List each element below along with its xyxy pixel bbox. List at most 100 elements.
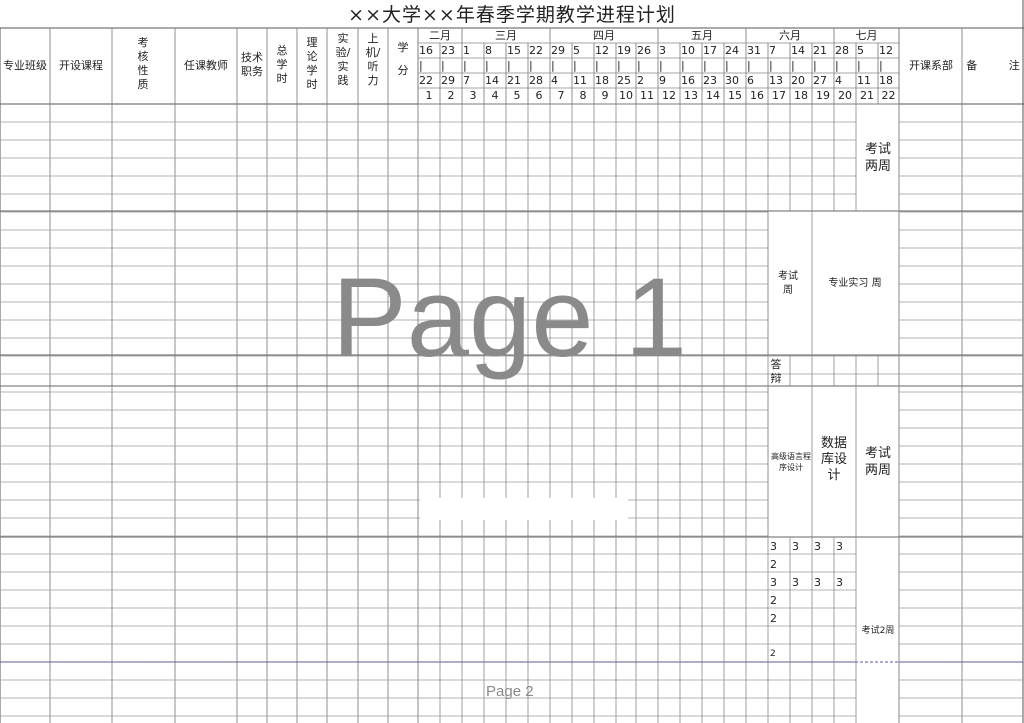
week-separator: | (703, 59, 707, 72)
header-department: 开课系部 (909, 59, 953, 72)
note-internship: 专业实习 周 (828, 278, 882, 289)
note-exam-week: 考试周 (778, 271, 798, 296)
note-exam-two-weeks-2: 考试两周 (864, 446, 891, 478)
schedule-hours-cell: 3 (770, 540, 777, 553)
month-apr: 四月 (593, 29, 615, 42)
week-end-day: 13 (769, 74, 783, 87)
week-number: 21 (860, 89, 874, 102)
week-separator: | (879, 59, 883, 72)
header-computer: 上机/听力 (365, 32, 381, 87)
month-may: 五月 (691, 29, 713, 42)
week-separator: | (529, 59, 533, 72)
header-course: 开设课程 (59, 59, 103, 72)
header-credits: 学分 (397, 41, 409, 77)
week-end-day: 29 (441, 74, 455, 87)
week-number: 6 (535, 89, 543, 102)
note-defense: 答辩 (770, 358, 782, 385)
week-separator: | (419, 59, 423, 72)
week-start-day: 8 (485, 44, 492, 57)
month-jun: 六月 (779, 29, 801, 42)
week-number: 22 (881, 89, 896, 102)
page-title: ××大学××年春季学期教学进程计划 (348, 4, 676, 26)
note-exam-two-weeks-1: 考试两周 (864, 142, 891, 174)
page2-watermark: Page 2 (486, 683, 534, 700)
week-end-day: 16 (681, 74, 695, 87)
schedule-hours-cell: 3 (836, 576, 843, 589)
week-start-day: 17 (703, 44, 717, 57)
month-jul: 七月 (855, 29, 878, 42)
week-end-day: 6 (747, 74, 754, 87)
week-start-day: 23 (441, 44, 455, 57)
week-number: 8 (579, 89, 587, 102)
week-end-day: 18 (595, 74, 609, 87)
week-number: 10 (619, 89, 633, 102)
week-start-day: 3 (659, 44, 666, 57)
header-teacher: 任课教师 (184, 59, 228, 72)
week-number: 9 (601, 89, 609, 102)
blank-area (420, 498, 628, 520)
week-end-day: 30 (725, 74, 739, 87)
week-start-day: 12 (595, 44, 609, 57)
schedule-hours-cell: 3 (836, 540, 843, 553)
schedule-hours-cell: 2 (770, 612, 777, 625)
week-start-day: 31 (747, 44, 761, 57)
week-number: 16 (750, 89, 764, 102)
week-number: 20 (838, 89, 852, 102)
week-end-day: 28 (529, 74, 543, 87)
week-separator: | (813, 59, 817, 72)
header-total-hours: 总学时 (276, 44, 288, 85)
week-separator: | (595, 59, 599, 72)
week-start-day: 26 (637, 44, 651, 57)
week-start-day: 21 (813, 44, 827, 57)
week-end-day: 22 (419, 74, 433, 87)
week-number: 2 (447, 89, 455, 102)
week-end-day: 2 (637, 74, 644, 87)
week-separator: | (769, 59, 773, 72)
schedule-hours-cell: 2 (770, 558, 777, 571)
week-number: 17 (772, 89, 786, 102)
week-start-day: 10 (681, 44, 695, 57)
schedule-hours-cell: 2 (770, 649, 776, 659)
week-start-day: 12 (879, 44, 893, 57)
week-end-day: 20 (791, 74, 805, 87)
week-end-day: 11 (573, 74, 587, 87)
header-remarks: 备 注 (966, 59, 1020, 72)
schedule-hours-cell: 2 (770, 594, 777, 607)
schedule-hours-cell: 3 (792, 540, 799, 553)
week-number: 18 (794, 89, 808, 102)
header-title-rank: 技术职务 (241, 51, 263, 78)
header-class: 专业班级 (3, 59, 47, 72)
note-adv-language: 高级语言程序设计 (771, 452, 811, 472)
week-end-day: 11 (857, 74, 871, 87)
page1-watermark: Page 1 (332, 255, 687, 380)
week-number: 7 (557, 89, 565, 102)
week-separator: | (463, 59, 467, 72)
week-separator: | (551, 59, 555, 72)
month-mar: 三月 (495, 29, 517, 42)
month-feb: 二月 (429, 29, 451, 42)
week-separator: | (485, 59, 489, 72)
week-start-day: 19 (617, 44, 631, 57)
week-end-day: 14 (485, 74, 499, 87)
week-start-day: 28 (835, 44, 849, 57)
week-end-day: 4 (551, 74, 558, 87)
week-number: 11 (640, 89, 654, 102)
week-number: 1 (425, 89, 433, 102)
week-number: 3 (469, 89, 477, 102)
week-number: 4 (491, 89, 499, 102)
header-practice: 实验/实践 (335, 32, 351, 87)
week-end-day: 25 (617, 74, 631, 87)
week-start-day: 29 (551, 44, 565, 57)
note-database: 数据库设计 (820, 436, 847, 483)
week-start-day: 14 (791, 44, 805, 57)
week-end-day: 7 (463, 74, 470, 87)
week-separator: | (637, 59, 641, 72)
week-start-day: 22 (529, 44, 543, 57)
week-separator: | (617, 59, 621, 72)
header-assessment: 考核性质 (137, 36, 149, 91)
note-exam-2-weeks: 考试2周 (861, 626, 895, 636)
schedule-hours-cell: 3 (814, 540, 821, 553)
week-separator: | (659, 59, 663, 72)
week-separator: | (835, 59, 839, 72)
week-end-day: 21 (507, 74, 521, 87)
